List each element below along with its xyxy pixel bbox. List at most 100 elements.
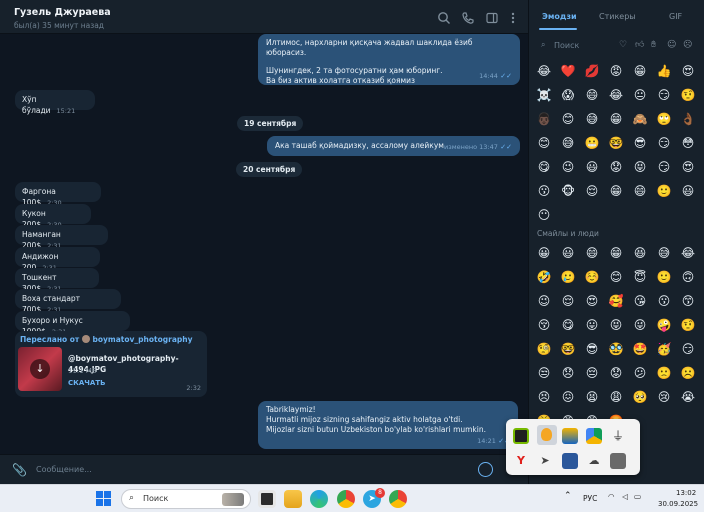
emoji-cell[interactable]: 😀: [535, 244, 553, 262]
download-arrow-icon[interactable]: ↓: [30, 359, 50, 379]
emoji-cell[interactable]: 😳: [679, 134, 697, 152]
emoji-cell[interactable]: 🥳: [655, 340, 673, 358]
emoji-cell[interactable]: 😊: [559, 110, 577, 128]
volume-icon[interactable]: ◁: [622, 492, 628, 501]
tab-stickers[interactable]: Стикеры: [599, 12, 636, 21]
grid-icon[interactable]: [610, 453, 626, 469]
emoji-cell[interactable]: 🤓: [559, 340, 577, 358]
price-message[interactable]: Фаргона 100$ 2:30: [15, 182, 101, 207]
emoji-cell[interactable]: 😩: [607, 388, 625, 406]
edge-icon[interactable]: [310, 490, 328, 508]
emoji-cell[interactable]: 😔: [583, 364, 601, 382]
paint-icon[interactable]: [537, 425, 557, 445]
file-explorer-icon[interactable]: [284, 490, 302, 508]
telegram-icon[interactable]: ➤: [537, 453, 553, 469]
attach-icon[interactable]: 📎: [12, 463, 27, 477]
emoji-cell[interactable]: 😊: [607, 268, 625, 286]
price-message[interactable]: Тошкент 300$2:31: [15, 268, 99, 293]
emoji-cell[interactable]: 😗: [535, 182, 553, 200]
message-input[interactable]: Сообщение...: [36, 465, 92, 474]
emoji-cell[interactable]: 😎: [583, 340, 601, 358]
emoji-cell[interactable]: 😡: [607, 62, 625, 80]
emoji-cell[interactable]: 🙂: [655, 182, 673, 200]
emoji-cell[interactable]: 😚: [535, 316, 553, 334]
emoji-cell[interactable]: 😜: [631, 316, 649, 334]
cloud-icon[interactable]: ☁: [586, 453, 602, 469]
emoji-cell[interactable]: 😃: [679, 182, 697, 200]
emoji-cell[interactable]: 😗: [655, 292, 673, 310]
emoji-cell[interactable]: 😖: [559, 388, 577, 406]
outgoing-message[interactable]: Tabriklaymiz! Hurmatli mijoz sizning sah…: [258, 401, 518, 449]
word-icon[interactable]: [562, 453, 578, 469]
layers-icon[interactable]: [562, 428, 578, 444]
angry-category-icon[interactable]: ☹︎: [683, 40, 692, 50]
more-vertical-icon[interactable]: [506, 10, 520, 24]
emoji-cell[interactable]: 🙄: [655, 110, 673, 128]
emoji-cell[interactable]: 😆: [631, 244, 649, 262]
emoji-cell[interactable]: 😁: [607, 244, 625, 262]
chevron-up-icon[interactable]: ⌃: [564, 491, 572, 501]
tab-gif[interactable]: GIF: [669, 12, 682, 21]
emoji-cell[interactable]: 👌🏾: [679, 110, 697, 128]
yandex-icon[interactable]: Y: [513, 453, 529, 469]
price-message[interactable]: Воха стандарт 700$ 2:31: [15, 289, 121, 314]
emoji-cell[interactable]: 😏: [655, 86, 673, 104]
emoji-cell[interactable]: 😣: [535, 388, 553, 406]
message-list[interactable]: Илтимос, нархларни қисқача жадвал шаклид…: [0, 34, 528, 454]
emoji-cell[interactable]: 😄: [631, 182, 649, 200]
emoji-cell[interactable]: ☠️: [535, 86, 553, 104]
forward-source-link[interactable]: boymatov_photography: [93, 335, 193, 344]
emoji-cell[interactable]: 😇: [631, 268, 649, 286]
price-message[interactable]: Наманган 200$ 2:31: [15, 225, 108, 250]
emoji-cell[interactable]: 🙁: [655, 364, 673, 382]
file-thumbnail[interactable]: ↓: [18, 347, 62, 391]
emoji-cell[interactable]: 🧐: [535, 340, 553, 358]
emoji-cell[interactable]: 😏: [655, 158, 673, 176]
dislike-category-icon[interactable]: ✋︎: [651, 40, 656, 50]
emoji-cell[interactable]: 😟: [607, 158, 625, 176]
price-message[interactable]: Кукон 200$2:30: [15, 204, 91, 229]
emoji-cell[interactable]: 🥸: [607, 340, 625, 358]
emoji-cell[interactable]: ☹️: [679, 364, 697, 382]
outgoing-message[interactable]: Илтимос, нархларни қисқача жадвал шаклид…: [258, 34, 520, 85]
windows-start-icon[interactable]: [96, 491, 111, 506]
emoji-cell[interactable]: 😏: [679, 340, 697, 358]
emoji-search[interactable]: ⌕ Поиск: [537, 38, 617, 54]
emoji-cell[interactable]: 😙: [679, 292, 697, 310]
emoji-cell[interactable]: 😋: [535, 158, 553, 176]
emoji-cell[interactable]: 😕: [631, 364, 649, 382]
emoji-cell[interactable]: 🐵: [559, 182, 577, 200]
emoji-cell[interactable]: 😂: [679, 244, 697, 262]
emoji-cell[interactable]: 😅: [655, 244, 673, 262]
search-icon[interactable]: [437, 10, 451, 24]
emoji-cell[interactable]: 😭: [679, 388, 697, 406]
emoji-cell[interactable]: 😏: [655, 134, 673, 152]
tab-emoji[interactable]: Эмодзи: [542, 12, 577, 21]
emoji-cell[interactable]: 😫: [583, 388, 601, 406]
emoji-cell[interactable]: 😌: [559, 292, 577, 310]
taskbar-search[interactable]: ⌕ Поиск: [121, 489, 251, 509]
phone-icon[interactable]: [461, 10, 475, 24]
emoji-cell[interactable]: 🥰: [607, 292, 625, 310]
contact-name[interactable]: Гузель Джураева: [14, 7, 111, 18]
emoji-cell[interactable]: 🥲: [559, 268, 577, 286]
forwarded-file-message[interactable]: Переслано от boymatov_photography ↓ @boy…: [15, 331, 207, 397]
emoji-cell[interactable]: 😉: [535, 292, 553, 310]
emoji-cell[interactable]: 😎: [631, 134, 649, 152]
emoji-cell[interactable]: 😘: [631, 292, 649, 310]
emoji-cell[interactable]: ❤️: [559, 62, 577, 80]
usb-icon[interactable]: ⏚: [610, 428, 626, 444]
battery-icon[interactable]: ▭: [634, 492, 641, 501]
chrome-profile-icon[interactable]: [389, 490, 407, 508]
emoji-cell[interactable]: 😁: [631, 62, 649, 80]
incoming-message[interactable]: Хўп бўлади 15:21: [15, 90, 95, 115]
emoji-cell[interactable]: 😂: [607, 86, 625, 104]
emoji-cell[interactable]: 😁: [607, 182, 625, 200]
emoji-cell[interactable]: 🙈: [631, 110, 649, 128]
emoji-cell[interactable]: 🤣: [535, 268, 553, 286]
emoji-cell[interactable]: 😐: [631, 86, 649, 104]
like-category-icon[interactable]: 👍︎: [635, 40, 644, 50]
nvidia-icon[interactable]: [513, 428, 529, 444]
emoji-cell[interactable]: 😃: [559, 244, 577, 262]
clock-date[interactable]: 30.09.2025: [658, 500, 698, 508]
